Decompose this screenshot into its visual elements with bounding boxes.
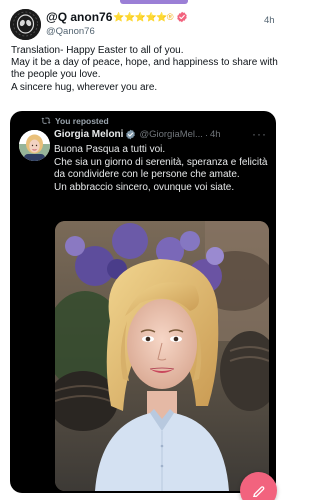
compose-icon: [252, 485, 264, 497]
quoted-author-avatar[interactable]: [19, 130, 50, 161]
repost-indicator: You reposted: [41, 116, 109, 126]
quoted-author-name[interactable]: Giorgia Meloni: [54, 129, 123, 140]
quoted-text-line: Buona Pasqua a tutti voi.: [54, 144, 166, 155]
quoted-tweet-time[interactable]: 4h: [210, 129, 221, 140]
more-options-icon[interactable]: ···: [252, 127, 267, 141]
tweet[interactable]: @Q anon76 ⭐⭐⭐⭐⭐® @Qanon76 4h Translation…: [0, 0, 287, 500]
tweet-time[interactable]: 4h: [264, 15, 275, 26]
tweet-text-line: May it be a day of peace, hope, and happ…: [11, 57, 278, 81]
quoted-tweet-text: Buona Pasqua a tutti voi. Che sia un gio…: [54, 144, 269, 194]
repost-label-text: You reposted: [55, 116, 109, 126]
verified-badge-icon: [126, 129, 136, 140]
quoted-text-line: Che sia un giorno di serenità, speranza …: [54, 156, 268, 181]
quoted-text-line: Un abbraccio sincero, ovunque voi siate.: [54, 181, 235, 193]
verified-badge-icon: [177, 11, 187, 23]
repost-icon: [41, 117, 51, 124]
quoted-tweet-photo[interactable]: [55, 221, 269, 491]
author-name[interactable]: @Q anon76: [46, 10, 112, 24]
separator-dot: ·: [204, 129, 208, 140]
tweet-text: Translation- Happy Easter to all of you.…: [11, 45, 281, 94]
quoted-author-handle[interactable]: @GiorgiaMel...: [139, 129, 203, 140]
author-handle[interactable]: @Qanon76: [46, 26, 95, 37]
quoted-tweet[interactable]: Giorgia Meloni @GiorgiaMel... · 4h ··· B…: [10, 111, 276, 493]
author-badges: ⭐⭐⭐⭐⭐®: [113, 11, 174, 22]
tweet-text-line: A sincere hug, wherever you are.: [11, 81, 158, 93]
quoted-author-line: Giorgia Meloni @GiorgiaMel... · 4h: [54, 129, 221, 140]
tweet-text-line: Translation- Happy Easter to all of you.: [11, 45, 184, 56]
alien-avatar-icon[interactable]: [10, 9, 41, 40]
author-line: @Q anon76 ⭐⭐⭐⭐⭐®: [46, 10, 188, 24]
